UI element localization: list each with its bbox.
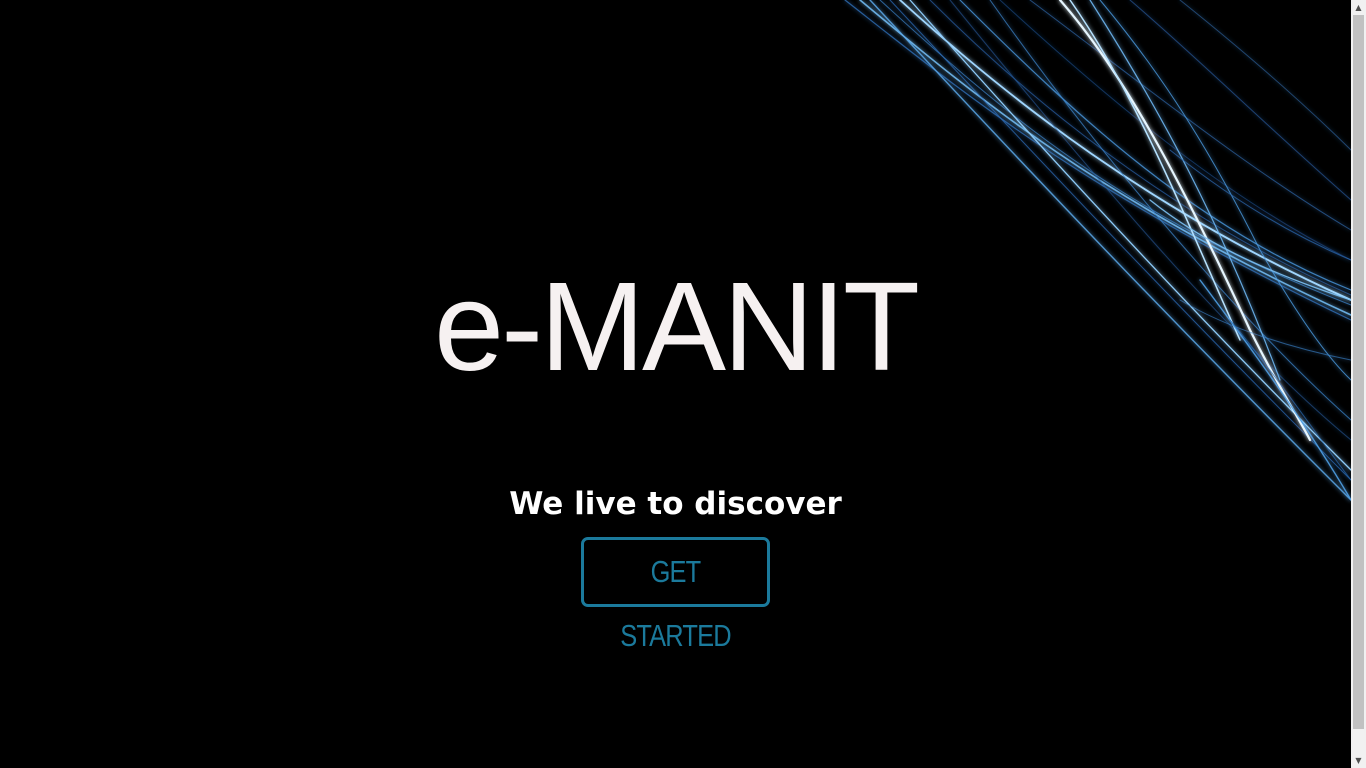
tagline: We live to discover [509, 486, 842, 522]
landing-page: e-MANIT We live to discover GET STARTED [0, 0, 1351, 768]
get-started-label: GET STARTED [620, 554, 731, 653]
vertical-scrollbar[interactable]: ▲ ▼ [1351, 0, 1366, 768]
scrollbar-thumb[interactable] [1353, 15, 1364, 729]
triangle-up-icon[interactable]: ▲ [1351, 0, 1366, 15]
get-started-button[interactable]: GET STARTED [581, 537, 770, 653]
brand-title: e-MANIT [434, 256, 920, 397]
triangle-down-icon[interactable]: ▼ [1351, 753, 1366, 768]
